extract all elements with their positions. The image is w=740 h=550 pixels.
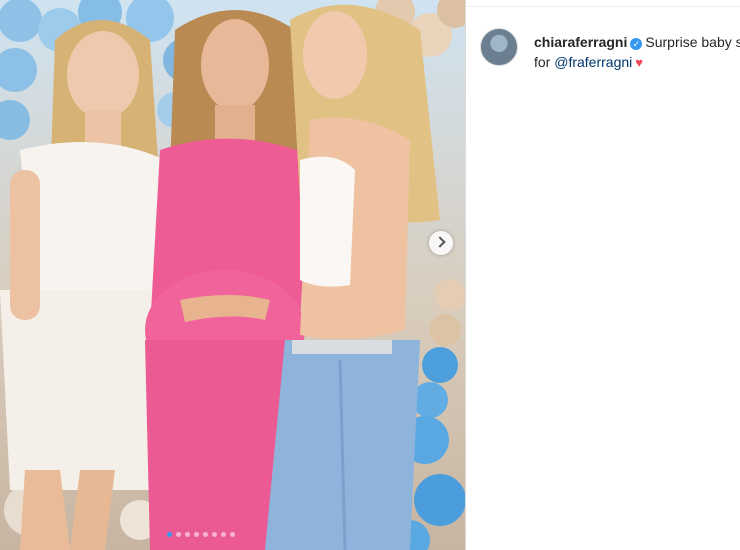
photo-illustration: [0, 0, 465, 550]
carousel-dot: [221, 532, 226, 537]
carousel-dot: [212, 532, 217, 537]
heart-icon: ♥: [635, 55, 643, 70]
carousel-dot: [230, 532, 235, 537]
panel-header-border: [466, 0, 740, 7]
carousel-indicator: [167, 532, 235, 538]
next-slide-button[interactable]: [429, 231, 453, 255]
post-side-panel: chiaraferragni ✓ Surprise baby s for @fraf…: [466, 0, 740, 550]
mention-link[interactable]: @fraferragni: [554, 54, 632, 70]
carousel-dot: [194, 532, 199, 537]
post-caption: chiaraferragni ✓ Surprise baby s for @fraf…: [534, 32, 740, 73]
chevron-right-icon: [434, 236, 446, 248]
carousel-dot: [185, 532, 190, 537]
person-left: [0, 20, 170, 550]
caption-text-line2: for: [534, 54, 551, 70]
avatar[interactable]: [480, 28, 518, 66]
post-photo[interactable]: [0, 0, 465, 550]
carousel-dot: [176, 532, 181, 537]
verified-badge-icon: ✓: [630, 38, 643, 50]
caption-text: Surprise baby s: [645, 34, 740, 50]
username-link[interactable]: chiaraferragni: [534, 34, 627, 50]
carousel-dot-active: [167, 532, 172, 537]
carousel-dot: [203, 532, 208, 537]
